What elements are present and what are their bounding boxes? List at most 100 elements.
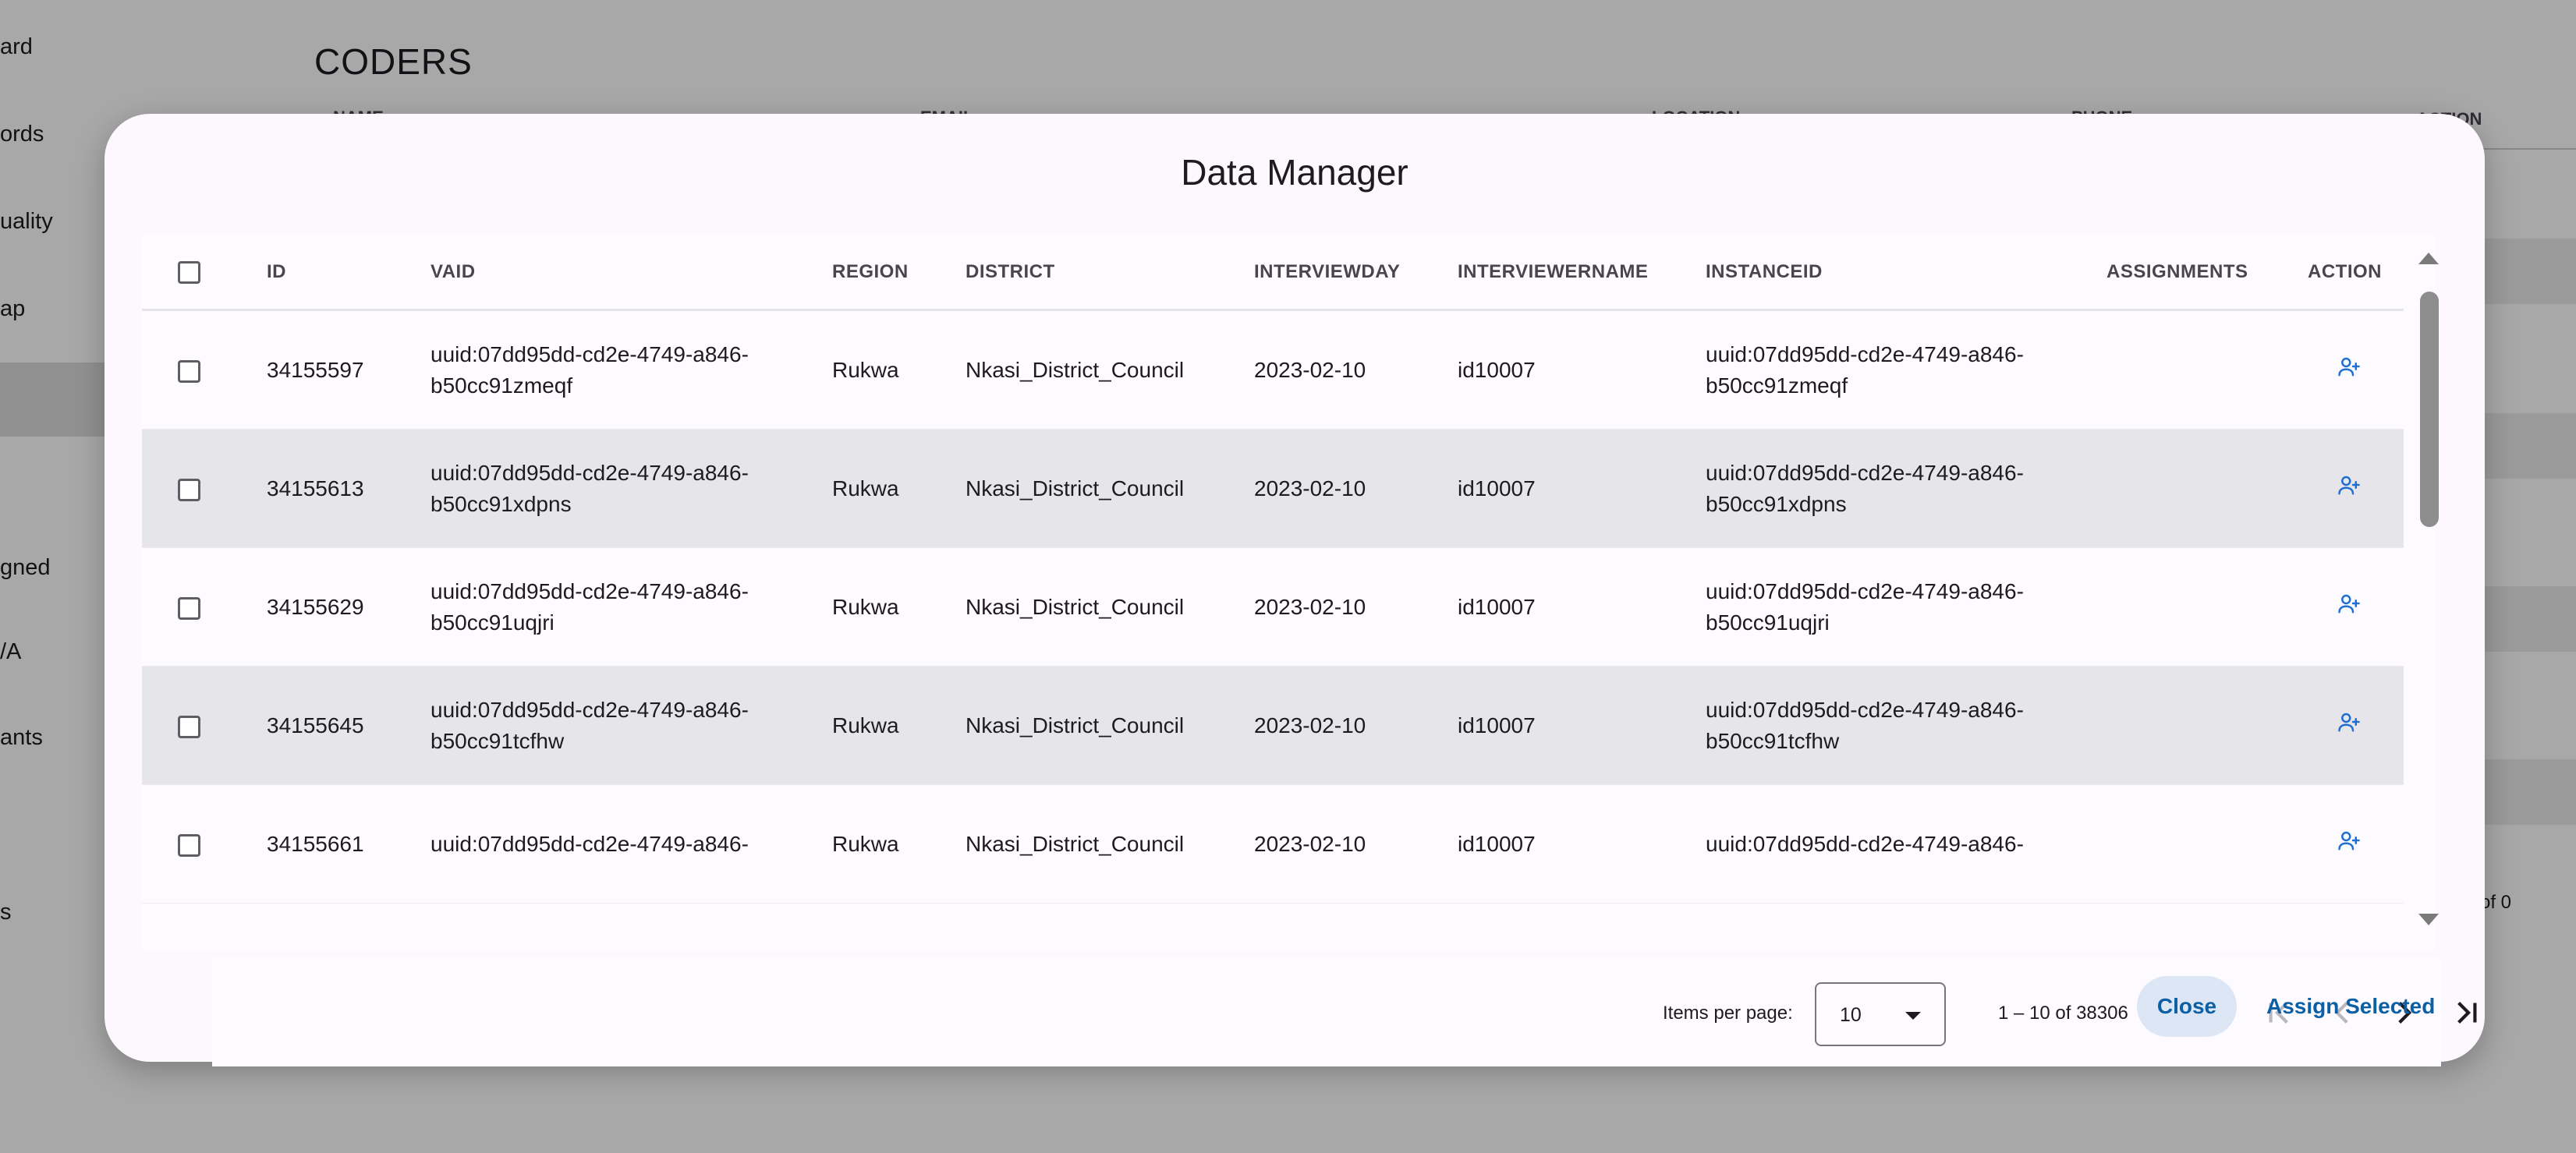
person-add-icon[interactable] [2337,592,2361,624]
row-checkbox[interactable] [178,359,200,383]
cell-instanceid: uuid:07dd95dd-cd2e-4749-a846- [1706,784,2107,904]
cell-interviewday: 2023-02-10 [1254,309,1458,430]
table-row[interactable]: 34155661 uuid:07dd95dd-cd2e-4749-a846- R… [142,784,2404,904]
cell-interviewername: id10007 [1458,666,1706,785]
close-button[interactable]: Close [2137,976,2237,1037]
cell-interviewday: 2023-02-10 [1254,429,1458,548]
cell-id: 34155645 [267,666,431,785]
cell-region: Rukwa [832,547,966,667]
cell-district: Nkasi_District_Council [966,547,1254,667]
cell-region: Rukwa [832,429,966,548]
cell-instanceid: uuid:07dd95dd-cd2e-4749-a846- b50cc91tcfh… [1706,666,2107,785]
cell-action [2308,547,2404,667]
cell-action [2308,784,2404,904]
cell-action [2308,666,2404,785]
column-header-vaid[interactable]: VAID [431,235,832,311]
cell-instanceid-line1: uuid:07dd95dd-cd2e-4749-a846- [1706,578,2024,603]
page-range-label: 1 – 10 of 38306 [1998,1003,2128,1024]
paginator: Items per page: 10 1 – 10 of 38306 [212,959,2477,1066]
cell-vaid-line2: b50cc91zmeqf [431,373,573,398]
cell-vaid-line1: uuid:07dd95dd-cd2e-4749-a846- [431,578,749,603]
person-add-icon[interactable] [2337,829,2361,861]
cell-interviewername: id10007 [1458,547,1706,667]
table-header-row: ID VAID REGION DISTRICT INTERVIEWDAY INT… [142,235,2404,311]
cell-vaid: uuid:07dd95dd-cd2e-4749-a846- b50cc91uqjr… [431,547,832,667]
cell-instanceid-line2: b50cc91uqjri [1706,610,1830,635]
column-header-instanceid[interactable]: INSTANCEID [1706,235,2107,311]
cell-instanceid-line1: uuid:07dd95dd-cd2e-4749-a846- [1706,831,2024,856]
page-size-value: 10 [1840,1004,1862,1026]
page-size-select[interactable]: 10 [1815,982,1946,1046]
cell-assignments [2107,547,2308,667]
cell-assignments [2107,309,2308,430]
cell-interviewday: 2023-02-10 [1254,666,1458,785]
select-all-checkbox[interactable] [178,260,200,284]
cell-region: Rukwa [832,309,966,430]
cell-instanceid-line1: uuid:07dd95dd-cd2e-4749-a846- [1706,697,2024,722]
table-scroll-viewport[interactable]: ID VAID REGION DISTRICT INTERVIEWDAY INT… [142,235,2413,951]
column-header-region[interactable]: REGION [832,235,966,311]
column-header-district[interactable]: DISTRICT [966,235,1254,311]
cell-district: Nkasi_District_Council [966,666,1254,785]
column-header-interviewername[interactable]: INTERVIEWERNAME [1458,235,1706,311]
cell-district: Nkasi_District_Council [966,784,1254,904]
person-add-icon[interactable] [2337,473,2361,505]
cell-vaid: uuid:07dd95dd-cd2e-4749-a846- b50cc91tcfh… [431,666,832,785]
cell-interviewername: id10007 [1458,429,1706,548]
cell-vaid: uuid:07dd95dd-cd2e-4749-a846- b50cc91xdpn… [431,429,832,548]
scrollbar-thumb[interactable] [2420,292,2439,527]
cell-instanceid-line1: uuid:07dd95dd-cd2e-4749-a846- [1706,460,2024,485]
last-page-icon [2457,1002,2477,1024]
cell-id: 34155661 [267,784,431,904]
cell-instanceid: uuid:07dd95dd-cd2e-4749-a846- b50cc91xdpn… [1706,429,2107,548]
table-row[interactable]: 34155613 uuid:07dd95dd-cd2e-4749-a846- b5… [142,429,2404,548]
items-per-page-label: Items per page: [1663,1003,1793,1024]
cell-interviewday: 2023-02-10 [1254,547,1458,667]
table-row[interactable]: 34155597 uuid:07dd95dd-cd2e-4749-a846- b5… [142,309,2404,430]
scroll-up-arrow-icon[interactable] [2418,253,2439,264]
assign-selected-button[interactable]: Assign Selected [2251,976,2450,1037]
cell-id: 34155597 [267,309,431,430]
cell-district: Nkasi_District_Council [966,429,1254,548]
cell-vaid: uuid:07dd95dd-cd2e-4749-a846- b50cc91zmeq… [431,309,832,430]
row-checkbox[interactable] [178,596,200,620]
row-checkbox[interactable] [178,833,200,857]
row-select-cell [142,309,267,430]
cell-district: Nkasi_District_Council [966,309,1254,430]
person-add-icon[interactable] [2337,710,2361,742]
scroll-down-arrow-icon[interactable] [2418,914,2439,925]
data-table: ID VAID REGION DISTRICT INTERVIEWDAY INT… [142,235,2404,904]
cell-vaid-line1: uuid:07dd95dd-cd2e-4749-a846- [431,697,749,722]
cell-assignments [2107,666,2308,785]
cell-vaid-line2: b50cc91uqjri [431,610,555,635]
table-row[interactable]: 34155629 uuid:07dd95dd-cd2e-4749-a846- b5… [142,547,2404,667]
dropdown-arrow-icon [1905,1012,1921,1020]
cell-action [2308,429,2404,548]
cell-assignments [2107,784,2308,904]
person-add-icon[interactable] [2337,355,2361,387]
column-header-assignments[interactable]: ASSIGNMENTS [2107,235,2308,311]
cell-instanceid: uuid:07dd95dd-cd2e-4749-a846- b50cc91uqjr… [1706,547,2107,667]
column-header-action: ACTION [2308,235,2404,311]
last-page-button[interactable] [2447,993,2486,1032]
row-select-cell [142,666,267,785]
cell-instanceid-line2: b50cc91zmeqf [1706,373,1848,398]
cell-vaid-line2: b50cc91xdpns [431,491,572,516]
column-header-id[interactable]: ID [267,235,431,311]
cell-action [2308,309,2404,430]
cell-vaid-line2: b50cc91tcfhw [431,728,565,753]
row-checkbox[interactable] [178,478,200,501]
cell-vaid: uuid:07dd95dd-cd2e-4749-a846- [431,784,832,904]
data-table-container: ID VAID REGION DISTRICT INTERVIEWDAY INT… [142,235,2477,1066]
dialog-title: Data Manager [1181,152,1408,193]
row-select-cell [142,429,267,548]
table-row[interactable]: 34155645 uuid:07dd95dd-cd2e-4749-a846- b5… [142,666,2404,785]
row-select-cell [142,784,267,904]
cell-id: 34155629 [267,547,431,667]
cell-instanceid: uuid:07dd95dd-cd2e-4749-a846- b50cc91zmeq… [1706,309,2107,430]
cell-id: 34155613 [267,429,431,548]
cell-instanceid-line1: uuid:07dd95dd-cd2e-4749-a846- [1706,341,2024,366]
select-all-cell [142,235,267,311]
column-header-interviewday[interactable]: INTERVIEWDAY [1254,235,1458,311]
row-checkbox[interactable] [178,715,200,738]
